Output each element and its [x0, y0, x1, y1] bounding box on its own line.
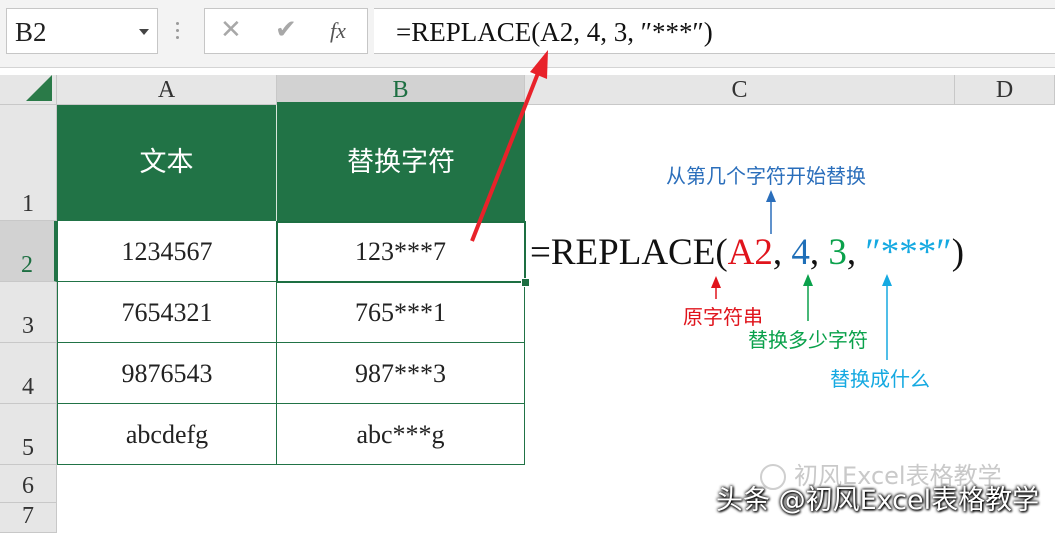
watermark-main: 头条 @初风Excel表格教学 — [716, 485, 1040, 516]
blue-arrow-head — [766, 190, 776, 202]
cyan-arrow-head — [882, 274, 892, 286]
red-arrow-head — [530, 50, 548, 79]
annotation-arrows — [470, 50, 892, 360]
red-small-arrow-head — [711, 276, 721, 288]
red-arrow-line — [470, 67, 542, 242]
green-arrow-head — [803, 274, 813, 286]
